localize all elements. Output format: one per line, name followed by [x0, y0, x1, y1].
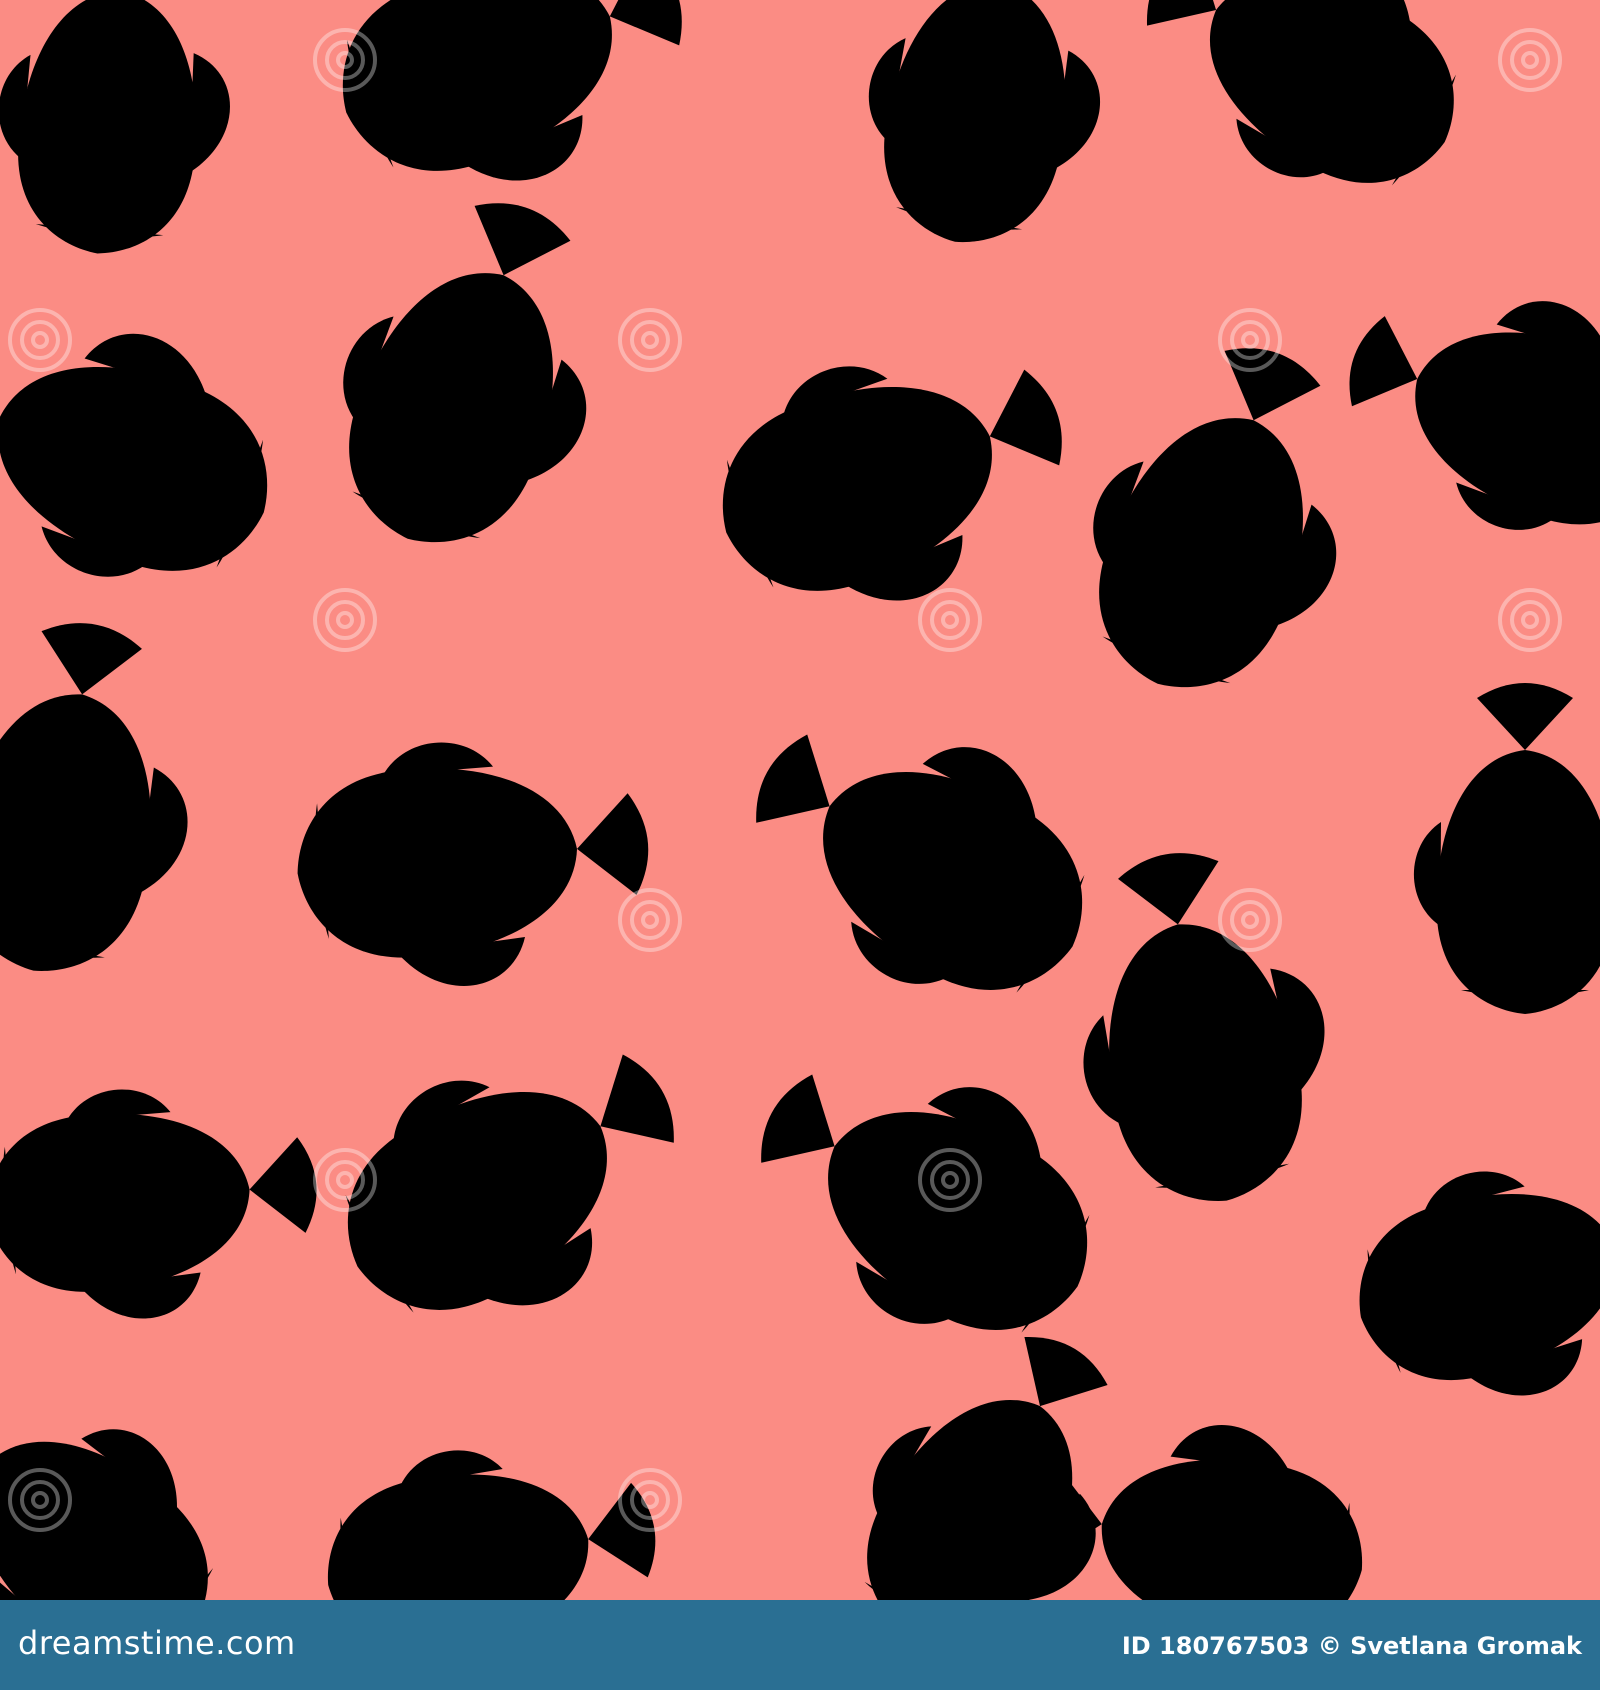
watermark-spiral-icon: [618, 888, 682, 952]
fish-drawing: [291, 165, 656, 586]
fish-pattern-canvas: [0, 0, 1600, 1600]
fish-drawing: [705, 652, 1141, 1054]
fish-pattern-svg: [0, 0, 1600, 1600]
fish-drawing: [1408, 683, 1600, 1014]
fish-drawing: [1314, 235, 1600, 580]
image-credit: ID 180767503 © Svetlana Gromak: [1122, 1632, 1582, 1660]
watermark-spiral-icon: [8, 308, 72, 372]
watermark-spiral-icon: [918, 588, 982, 652]
fish-drawing: [0, 264, 311, 629]
watermark-spiral-icon: [618, 308, 682, 372]
site-name[interactable]: dreamstime.com: [18, 1624, 296, 1662]
fish-drawing: [1099, 0, 1509, 244]
fish-drawing: [286, 719, 660, 1009]
watermark-spiral-icon: [1498, 588, 1562, 652]
fish-drawing: [683, 295, 1104, 661]
fish-drawing: [0, 602, 229, 995]
fish-drawing: [0, 0, 254, 265]
fish-drawing: [0, 1067, 328, 1341]
fish-drawing: [710, 992, 1146, 1394]
watermark-spiral-icon: [1218, 888, 1282, 952]
watermark-spiral-icon: [1498, 28, 1562, 92]
watermark-spiral-icon: [313, 588, 377, 652]
fish-drawing: [303, 0, 724, 241]
fish-drawing: [1330, 1118, 1600, 1441]
fish-drawing: [0, 1321, 273, 1600]
fish-drawing: [839, 0, 1139, 265]
fish-drawing: [1043, 830, 1361, 1223]
stock-image-page: dreamstime.com ID 180767503 © Svetlana G…: [0, 0, 1600, 1690]
image-id: ID 180767503: [1121, 1632, 1310, 1660]
author-name[interactable]: Svetlana Gromak: [1350, 1632, 1582, 1660]
copyright-symbol: ©: [1317, 1632, 1342, 1660]
stock-footer-bar: dreamstime.com ID 180767503 © Svetlana G…: [0, 1600, 1600, 1690]
